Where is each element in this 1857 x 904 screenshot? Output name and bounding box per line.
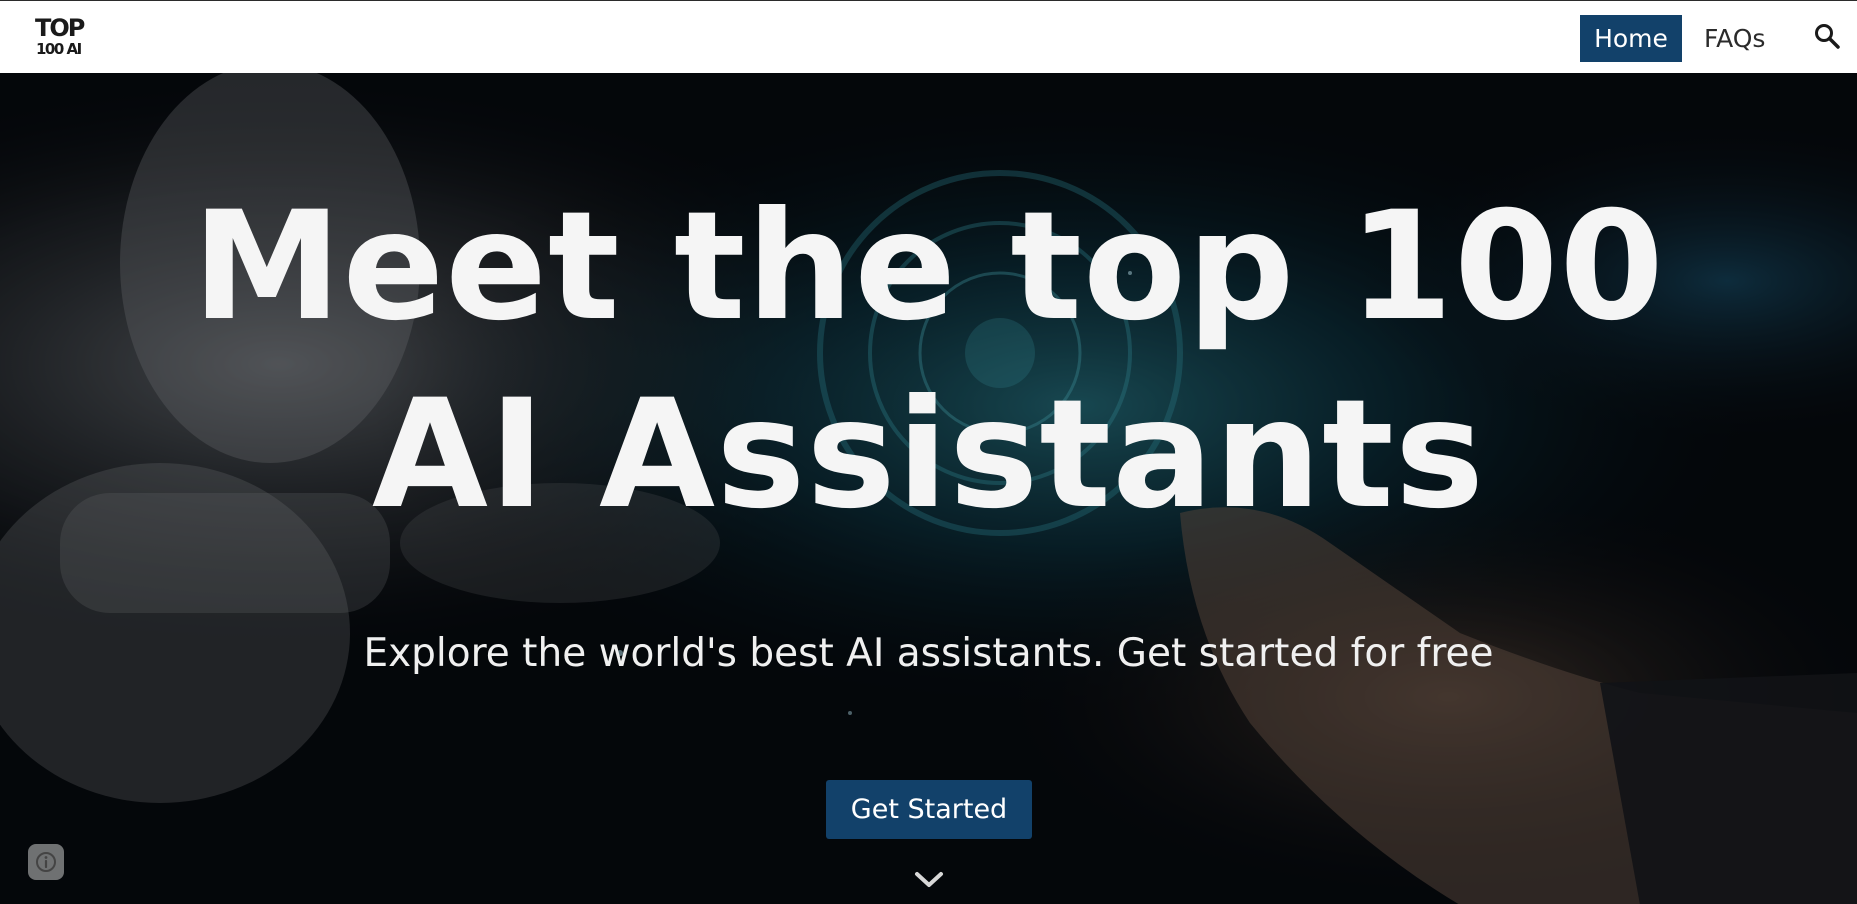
info-icon[interactable] [28,844,64,880]
hero-section: Meet the top 100 AI Assistants Explore t… [0,73,1857,904]
hero-title-line-2: AI Assistants [371,368,1486,542]
logo-text-bottom: 100 AI [36,40,82,58]
page: TOP 100 AI Home FAQs Meet the top 100 AI… [0,0,1857,904]
get-started-button[interactable]: Get Started [826,780,1032,839]
hero-title: Meet the top 100 AI Assistants [0,173,1857,549]
nav-home-link[interactable]: Home [1580,15,1682,62]
site-header: TOP 100 AI Home FAQs [0,1,1857,73]
chevron-down-icon[interactable] [914,869,944,891]
hero-title-line-1: Meet the top 100 [192,180,1665,354]
search-icon[interactable] [1811,21,1843,53]
logo-text-top: TOP [35,14,85,42]
nav-faqs-link[interactable]: FAQs [1704,15,1765,62]
site-logo[interactable]: TOP 100 AI [34,13,94,61]
hero-subtitle: Explore the world's best AI assistants. … [363,631,1494,676]
